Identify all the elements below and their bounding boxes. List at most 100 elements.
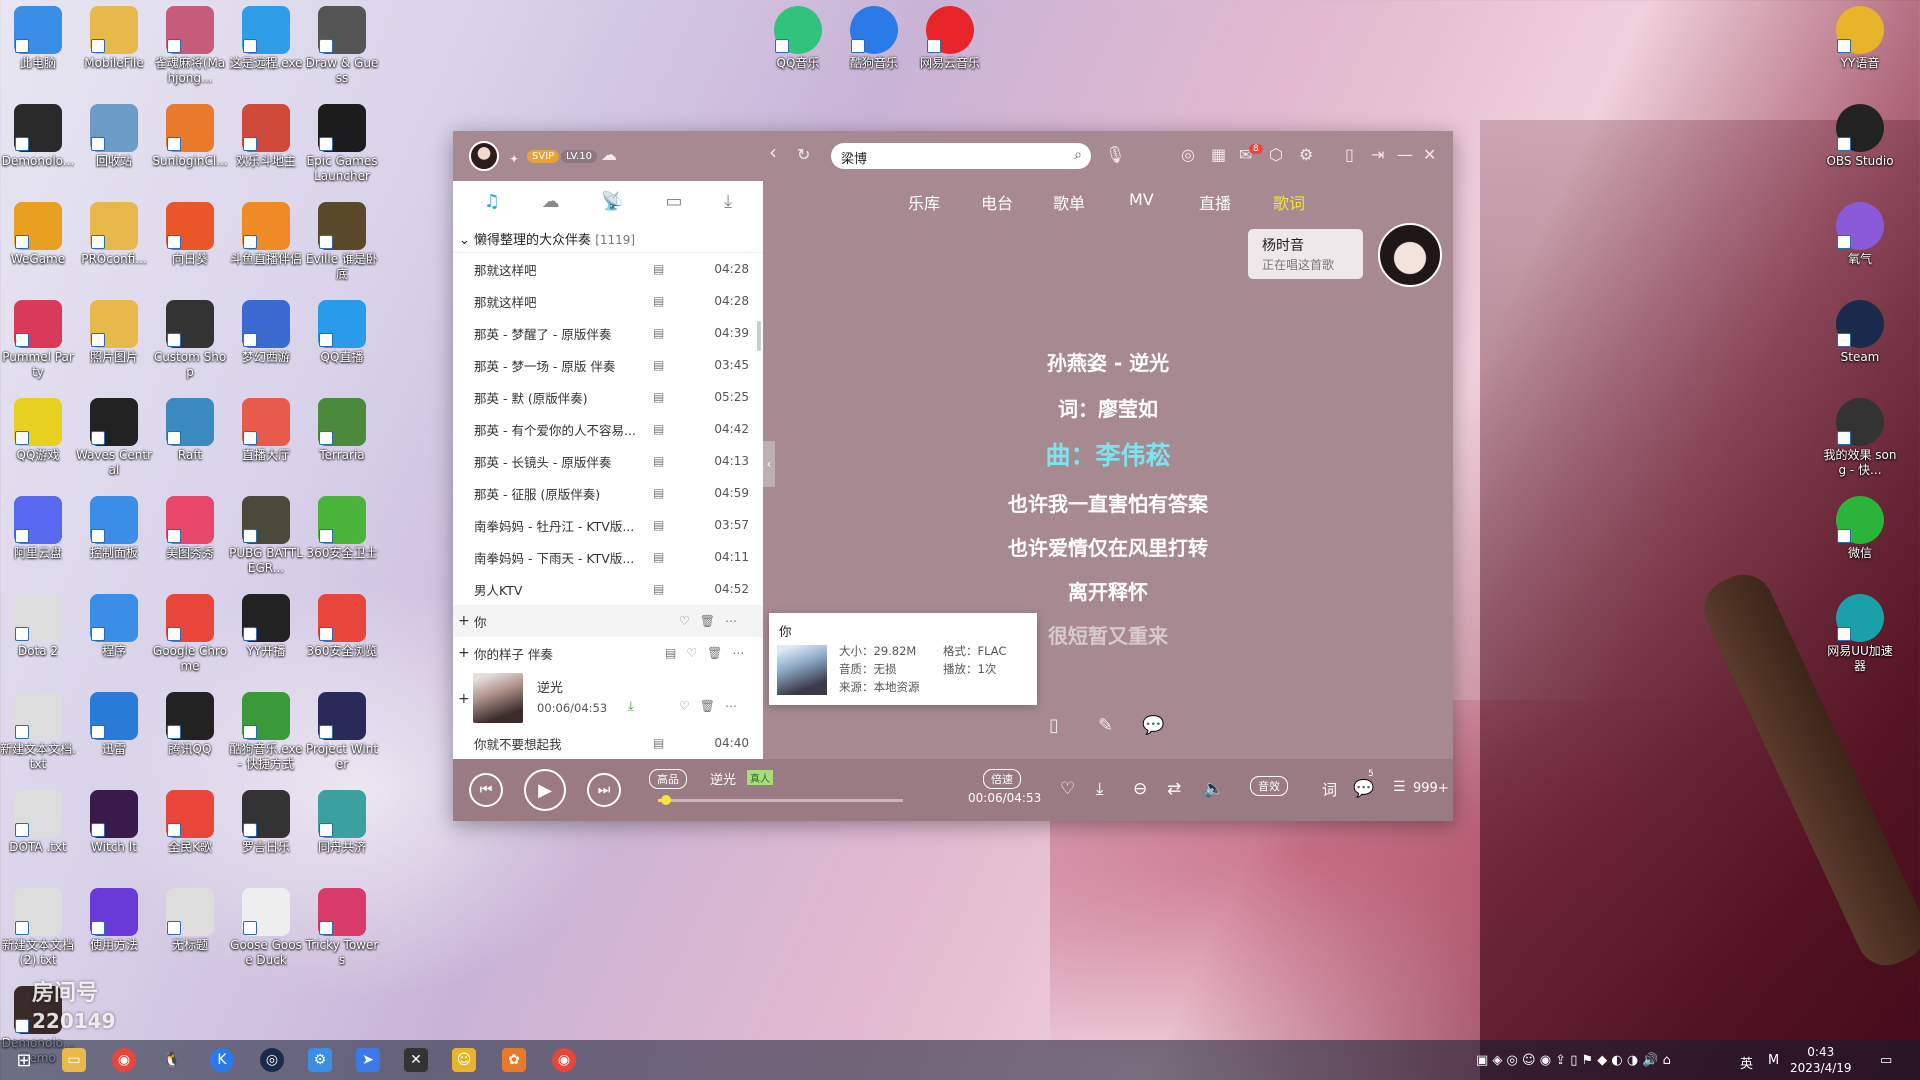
user-avatar[interactable] [469,141,499,171]
progress-handle[interactable] [660,795,671,805]
mv-icon[interactable]: ▤ [653,294,664,308]
plus-icon[interactable]: + [458,691,470,707]
song-row[interactable]: + 你的样子 伴奏 ▤♡🗑⋯ [453,637,763,669]
mv-icon[interactable]: ▤ [653,326,664,340]
minimize-icon[interactable]: — [1397,145,1413,165]
quality-selector[interactable]: 高品 [649,769,687,789]
playlist-scrollbar[interactable] [757,321,761,351]
row-actions[interactable]: ♡🗑⋯ [679,699,747,713]
nav-tab[interactable]: MV [1129,190,1154,209]
desktop-icon[interactable]: Waves Central [76,398,152,478]
kugou-icon[interactable]: K [210,1048,234,1072]
desktop-icon[interactable]: SunloginCl... [152,104,228,169]
desktop-icon[interactable]: Google Chrome [152,594,228,674]
level-badge[interactable]: LV.10 [561,150,597,163]
mv-icon[interactable]: ▤ [653,390,664,404]
mini-mode-icon[interactable]: ▯ [1345,145,1354,165]
now-playing-row[interactable]: + 逆光 00:06/04:53 ⤓ ♡🗑⋯ [453,669,763,727]
desktop-icon[interactable]: 360安全卫士 [304,496,380,561]
skin-icon[interactable]: ⬡ [1269,145,1283,165]
desktop-icon[interactable]: 罗言日乐 [228,790,304,855]
thunder-icon[interactable]: ➤ [356,1048,380,1072]
close-icon[interactable]: ✕ [1423,145,1436,165]
song-row[interactable]: 那英 - 长镜头 - 原版伴奏 ▤ 04:13 [453,445,763,477]
mv-icon[interactable]: ▤ [653,262,664,276]
volume-icon[interactable]: 🔈 [1203,779,1224,799]
desktop-icon[interactable]: 欢乐斗地主 [228,104,304,169]
previous-button[interactable]: ⏮ [469,773,503,807]
search-input[interactable]: 梁博 ⌕ [831,143,1091,169]
svip-badge[interactable]: SVIP [527,150,560,163]
desktop-icon[interactable]: YY语音 [1822,6,1898,71]
lyric-comment-icon[interactable]: 💬 [1142,715,1164,736]
song-row[interactable]: 南拳妈妈 - 牡丹江 - KTV版... ▤ 03:57 [453,509,763,541]
song-row[interactable]: 那就这样吧 ▤ 04:28 [453,285,763,317]
desktop-icon[interactable]: 使用方法 [76,888,152,953]
desktop-icon[interactable]: 360安全浏览 [304,594,380,659]
desktop-icon[interactable]: 微信 [1822,496,1898,561]
desktop-icon[interactable]: 向日葵 [152,202,228,267]
desktop-icon[interactable]: 新建文本文档.txt [0,692,76,772]
row-actions[interactable]: ▤♡🗑⋯ [665,646,754,660]
nav-tab[interactable]: 电台 [981,190,1013,214]
compact-icon[interactable]: ⇥ [1371,145,1384,165]
chrome-icon[interactable]: ◉ [112,1048,136,1072]
song-row[interactable]: 男人KTV ▤ 04:52 [453,573,763,605]
desktop-icon[interactable]: 我的效果 song - 快... [1822,398,1898,478]
block-icon[interactable]: ⊖ [1133,779,1147,799]
apps-grid-icon[interactable]: ▦ [1211,145,1226,165]
desktop-icon[interactable]: Custom Shop [152,300,228,380]
singer-avatar[interactable] [1378,223,1442,287]
desktop-icon[interactable]: Eville 谁是卧底 [304,202,380,282]
uu-accelerator-icon[interactable]: ◎ [260,1048,284,1072]
mv-icon[interactable]: ▤ [653,550,664,564]
row-actions[interactable]: ♡🗑⋯ [679,614,747,628]
desktop-icon[interactable]: 此电脑 [0,6,76,71]
chrome-icon-2[interactable]: ◉ [552,1048,576,1072]
desktop-icon[interactable]: 回收站 [76,104,152,169]
song-row[interactable]: 那英 - 有个爱你的人不容易... ▤ 04:42 [453,413,763,445]
collapse-panel-handle[interactable]: ‹ [763,441,775,487]
song-row[interactable]: 你就不要想起我 ▤ 04:40 [453,727,763,759]
desktop-icon[interactable]: 全民K歌 [152,790,228,855]
nav-tab[interactable]: 直播 [1199,190,1231,214]
sunlogin-icon[interactable]: ✿ [502,1048,526,1072]
desktop-icon[interactable]: QQ音乐 [760,6,836,71]
desktop-icon[interactable]: QQ直播 [304,300,380,365]
desktop-icon[interactable]: 氧气 [1822,202,1898,267]
player-tag[interactable]: 真人 [747,770,773,785]
desktop-icon[interactable]: OBS Studio [1822,104,1898,169]
mv-icon[interactable]: ▤ [653,582,664,596]
desktop-icon[interactable]: Witch It [76,790,152,855]
settings-gear-icon[interactable]: ⚙ [1299,145,1313,165]
download-icon[interactable]: ⤓ [1096,779,1104,799]
mv-icon[interactable]: ▤ [653,736,664,750]
desktop-icon[interactable]: YY开播 [228,594,304,659]
sound-effect-button[interactable]: 音效 [1250,776,1288,796]
mv-icon[interactable]: ▤ [653,486,664,500]
song-row-hover[interactable]: + 你 ♡🗑⋯ [453,605,763,637]
desktop-icon[interactable]: Pummel Party [0,300,76,380]
mv-icon[interactable]: ▤ [653,518,664,532]
desktop-icon[interactable]: 这是远程.exe [228,6,304,71]
mv-icon[interactable]: ▤ [653,358,664,372]
ime-indicator[interactable]: 英 [1740,1053,1753,1072]
desktop-icon[interactable]: Goose Goose Duck [228,888,304,968]
desktop-icon[interactable]: Steam [1822,300,1898,365]
cloud-icon[interactable]: ☁ [601,145,617,165]
app-gear-icon[interactable]: ⚙ [308,1048,332,1072]
back-icon[interactable]: ‹ [769,142,777,162]
desktop-icon[interactable]: 酷狗音乐.exe - 快捷方式 [228,692,304,772]
desktop-icon[interactable]: 酷狗音乐 [836,6,912,71]
nav-tab[interactable]: 乐库 [908,190,940,214]
tray-icons[interactable]: ▣ ◈ ◎ ☺ ◉ ⇪ ▯ ⚑ ◆ ◐ ◑ 🔊 ⌂ [1476,1053,1671,1068]
microphone-icon[interactable]: 🎙 [1105,145,1125,165]
desktop-icon[interactable]: 斗鱼直播伴侣 [228,202,304,267]
yy-icon[interactable]: ☺ [452,1048,476,1072]
desktop-icon[interactable]: 腾讯QQ [152,692,228,757]
desktop-icon[interactable]: 直播大厅 [228,398,304,463]
desktop-icon[interactable]: 控制面板 [76,496,152,561]
lyric-window-icon[interactable]: ▯ [1049,715,1059,736]
comment-icon[interactable]: 💬 [1353,779,1374,799]
song-row[interactable]: 那英 - 梦醒了 - 原版伴奏 ▤ 04:39 [453,317,763,349]
